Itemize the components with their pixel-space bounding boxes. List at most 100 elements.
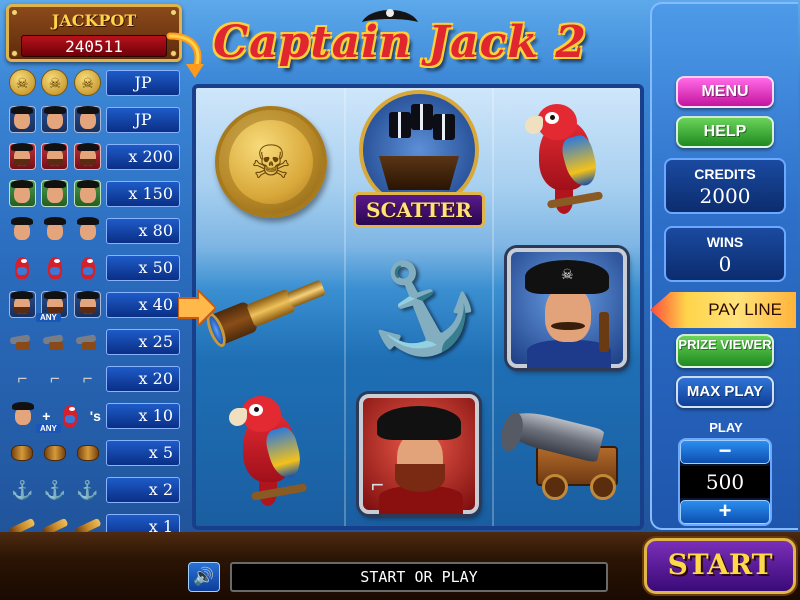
hook-pirate-symbol: ⌐	[359, 394, 479, 514]
paytable-row: x 5	[4, 436, 184, 469]
credits-display: CREDITS 2000	[664, 158, 786, 214]
red-pirate-icon	[41, 142, 69, 170]
paytable-payout: x 5	[106, 440, 180, 466]
blue-captain-icon	[8, 105, 36, 133]
menu-button[interactable]: MENU	[676, 76, 774, 108]
any-tag: ANY	[36, 313, 61, 322]
pistol-icon	[599, 312, 609, 352]
credits-value: 2000	[699, 184, 751, 208]
green-pirate-icon	[74, 179, 102, 207]
gold-coin-icon: ☠	[41, 69, 69, 96]
paytable-row: x 200	[4, 140, 184, 173]
paytable-row: x 50	[4, 251, 184, 284]
plural-suffix: 's	[89, 407, 101, 424]
plus-sign: +	[42, 407, 51, 424]
reel-1-row-3	[198, 382, 344, 526]
paytable-payout: x 200	[106, 144, 180, 170]
paytable-payout: x 150	[106, 181, 180, 207]
status-message: START OR PLAY	[230, 562, 608, 592]
scatter-label: SCATTER	[353, 192, 485, 228]
paytable-row: ⚓ ⚓ ⚓ x 2	[4, 473, 184, 506]
hook-icon: ⌐	[371, 472, 384, 497]
paytable-symbols: ⌐ ⌐ ⌐	[6, 364, 104, 393]
speaker-icon: 🔊	[193, 567, 215, 586]
sailor-icon	[41, 216, 68, 244]
sailor-icon	[74, 216, 101, 244]
pistol-icon: ⌐	[17, 369, 28, 388]
barrel-icon	[41, 439, 68, 466]
paytable-payout: x 10	[106, 403, 180, 429]
paytable-row: x 25	[4, 325, 184, 358]
paytable-symbols	[6, 253, 104, 282]
paytable-symbols	[6, 216, 104, 245]
wins-label: WINS	[706, 234, 744, 250]
red-pirate-icon	[74, 142, 102, 170]
skull-icon: ☠	[250, 136, 292, 188]
reel-2-row-3: ⌐	[346, 382, 492, 526]
paytable-symbols	[6, 327, 104, 356]
max-play-button[interactable]: MAX PLAY	[676, 376, 774, 408]
paytable-row: ☠ ☠ ☠ JP	[4, 66, 184, 99]
jackpot-panel: JACKPOT 240511	[6, 4, 182, 62]
barrel-icon	[74, 439, 101, 466]
blue-captain-icon	[74, 105, 102, 133]
rivet	[11, 50, 18, 57]
start-button[interactable]: START	[644, 538, 796, 594]
paytable-symbols	[6, 105, 104, 134]
paytable-symbols	[6, 179, 104, 208]
gold-coin-icon: ☠	[74, 69, 102, 96]
reel-1-row-1: ☠	[198, 90, 344, 234]
paytable-payout: JP	[106, 107, 180, 133]
scatter-ship-symbol: SCATTER	[353, 90, 485, 234]
prize-viewer-button[interactable]: PRIZE VIEWER	[676, 334, 774, 368]
paytable-row: ⌐ ⌐ ⌐ x 20	[4, 362, 184, 395]
anchor-icon: ⚓	[76, 479, 99, 500]
gold-coin-skull-symbol: ☠	[215, 106, 327, 218]
paytable-payout: x 80	[106, 218, 180, 244]
increase-play-button[interactable]: +	[680, 500, 770, 524]
reels-area: ☠ SCATTER ⚓ ⌐ ☠	[192, 84, 644, 530]
any-pirate-icon	[8, 290, 36, 318]
paytable-symbols: ☠ ☠ ☠	[6, 68, 104, 97]
any-pirate-icon	[74, 290, 102, 318]
parrot-symbol	[517, 102, 617, 222]
anchor-icon: ⚓	[11, 479, 34, 500]
parrot-icon	[9, 254, 36, 281]
decrease-play-button[interactable]: −	[680, 440, 770, 464]
paytable-row: x 150	[4, 177, 184, 210]
reel-1-row-2	[198, 236, 344, 380]
anchor-symbol: ⚓	[345, 237, 493, 379]
paytable-row: JP	[4, 103, 184, 136]
paytable-payout: x 40	[106, 292, 180, 318]
blue-captain-icon	[41, 105, 69, 133]
cannon-icon	[9, 328, 36, 355]
credits-label: CREDITS	[694, 166, 756, 182]
payline-arrow-icon	[178, 290, 216, 326]
paytable-row: x 80	[4, 214, 184, 247]
pistol-icon: ⌐	[82, 369, 93, 388]
paytable-payout: x 20	[106, 366, 180, 392]
paytable-row: + 's ANY x 10	[4, 399, 184, 433]
captain-pirate-symbol: ☠	[507, 248, 627, 368]
green-pirate-icon	[41, 179, 69, 207]
help-button[interactable]: HELP	[676, 116, 774, 148]
sound-toggle-button[interactable]: 🔊	[188, 562, 220, 592]
pistol-icon: ⌐	[50, 369, 60, 388]
paytable-symbols: ⚓ ⚓ ⚓	[6, 475, 104, 504]
green-pirate-icon	[8, 179, 36, 207]
reel-2-row-2: ⚓	[345, 236, 493, 380]
reel-3-row-2: ☠	[494, 236, 640, 380]
cannon-icon	[41, 328, 68, 355]
any-tag: ANY	[36, 424, 61, 433]
game-title-text: Captain Jack 2	[213, 16, 587, 68]
payline-indicator: PAY LINE	[650, 292, 796, 328]
paytable-payout: JP	[106, 70, 180, 96]
sailor-icon	[9, 216, 36, 244]
play-label: PLAY	[709, 420, 743, 435]
wins-display: WINS 0	[664, 226, 786, 282]
spyglass-symbol	[203, 258, 338, 359]
jackpot-label: JACKPOT	[51, 11, 137, 30]
wins-value: 0	[718, 252, 732, 276]
gold-coin-icon: ☠	[8, 69, 36, 96]
sailor-icon	[9, 401, 36, 429]
